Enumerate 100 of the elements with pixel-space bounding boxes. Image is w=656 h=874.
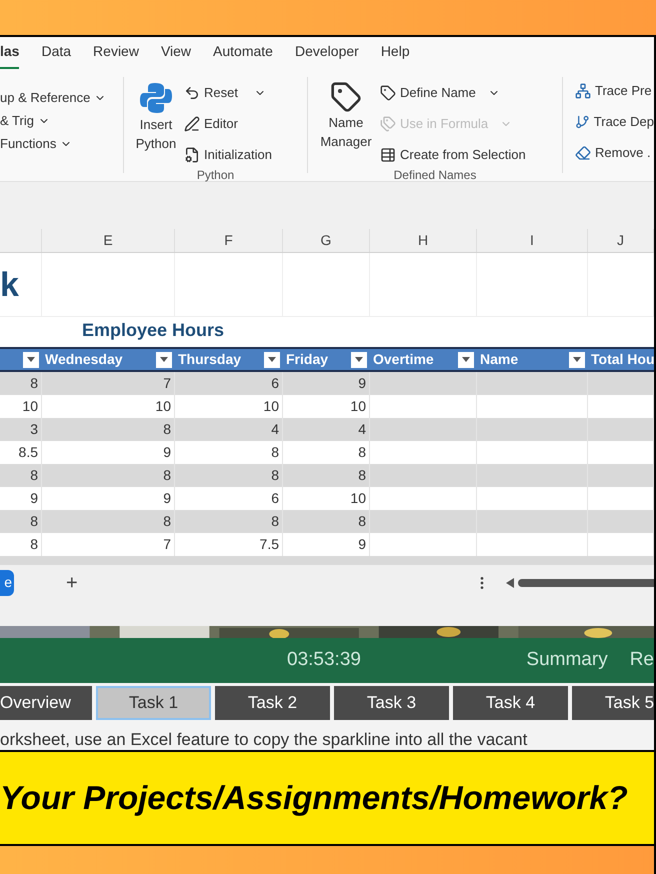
column-header[interactable]: J	[588, 229, 654, 252]
table-cell-text: 10	[263, 397, 279, 416]
table-cell-text: 4	[271, 420, 279, 439]
tag-icon	[330, 81, 362, 113]
caret-icon	[27, 357, 35, 362]
task-tab[interactable]: Overview	[0, 686, 92, 720]
python-logo-icon	[139, 81, 173, 115]
ribbon-button-icon	[380, 146, 396, 162]
ribbon-button[interactable]: Reset	[184, 81, 272, 104]
ribbon-tab[interactable]: Help	[380, 41, 410, 69]
filter-button[interactable]	[458, 352, 474, 368]
column-header[interactable]: H	[370, 229, 477, 252]
filter-button[interactable]	[23, 352, 39, 368]
name-manager-button[interactable]: Name Manager	[316, 77, 376, 166]
promo-banner-text: Your Projects/Assignments/Homework?	[0, 778, 628, 818]
table-cell-text: 8	[30, 466, 38, 485]
table-cell-text: 9	[358, 374, 366, 393]
horizontal-scrollbar[interactable]	[518, 578, 654, 586]
table-cell-text: 8	[30, 512, 38, 531]
table-cell-text: 10	[22, 397, 38, 416]
ribbon-tab[interactable]: Review	[93, 41, 139, 69]
table-cell-text: 8	[163, 512, 171, 531]
task-tab[interactable]: Task 2	[215, 686, 330, 720]
table-cell-text: 10	[155, 397, 171, 416]
table-cell-text: 9	[358, 535, 366, 554]
column-header[interactable]: I	[477, 229, 588, 252]
filter-button[interactable]	[351, 352, 367, 368]
table-cell-text: 8	[358, 512, 366, 531]
ribbon-button[interactable]: Initialization	[184, 143, 272, 166]
table-header: Friday	[283, 349, 370, 370]
table-cell-text: 8	[271, 512, 279, 531]
table-header: Name	[477, 349, 588, 370]
group-label: Python	[196, 167, 236, 184]
caret-icon	[355, 357, 363, 362]
table-cell-text: 8	[163, 466, 171, 485]
table-cell-text: 6	[271, 489, 279, 508]
table-cell-text: 7.5	[260, 535, 279, 554]
ribbon-dropdown[interactable]: & Trig	[0, 110, 111, 132]
ribbon-tab[interactable]: View	[160, 41, 192, 69]
table-cell-text: 8	[30, 374, 38, 393]
filter-button[interactable]	[156, 352, 172, 368]
table-cell-text: 8	[163, 420, 171, 439]
table-header: Total Hou	[590, 350, 654, 369]
ribbon-tab[interactable]: Automate	[213, 41, 273, 69]
ribbon-button-icon	[575, 114, 590, 130]
nav-link[interactable]: Re	[630, 646, 654, 675]
group-label: Defined Names	[392, 167, 478, 184]
task-tab[interactable]: Task 5	[572, 686, 654, 720]
table-cell-text: 8	[358, 466, 366, 485]
nav-link[interactable]: Summary	[526, 646, 608, 675]
ribbon-button[interactable]: Remove .	[575, 141, 654, 164]
table-cell-text: 8	[271, 443, 279, 462]
ribbon-button-icon	[575, 82, 591, 98]
ribbon-button[interactable]: Trace Dep	[575, 110, 654, 133]
add-sheet-button[interactable]: +	[66, 568, 78, 598]
insert-python-button[interactable]: Insert Python	[132, 77, 180, 166]
caret-icon	[160, 357, 168, 362]
ribbon-button-icon	[184, 146, 200, 162]
caret-icon	[462, 357, 470, 362]
sheet-title: k	[0, 268, 19, 302]
ribbon-button-icon	[575, 144, 591, 160]
table-cell-text: 8	[271, 466, 279, 485]
caret-icon	[268, 357, 276, 362]
ribbon-button[interactable]: Editor	[184, 112, 272, 135]
table-cell-text: 9	[163, 443, 171, 462]
task-tab[interactable]: Task 3	[334, 686, 449, 720]
ribbon-dropdown[interactable]: up & Reference	[0, 87, 111, 109]
table-header: Wednesday	[42, 349, 175, 370]
timer: 03:53:39	[287, 648, 361, 672]
task-tab[interactable]: Task 1	[96, 686, 211, 720]
scroll-left-icon[interactable]	[506, 578, 514, 588]
ribbon-button[interactable]: Define Name	[380, 81, 526, 104]
table-cell-text: 8	[30, 535, 38, 554]
table-cell-text: 9	[163, 489, 171, 508]
ribbon-button[interactable]: Create from Selection	[380, 143, 526, 166]
ribbon-button-icon	[184, 116, 200, 132]
ribbon-button-icon	[184, 84, 200, 100]
table-cell-text: 10	[350, 397, 366, 416]
table-cell-text: 7	[163, 374, 171, 393]
column-header[interactable]: E	[42, 229, 175, 252]
ribbon-dropdown[interactable]: Functions	[0, 133, 111, 155]
ribbon-tab[interactable]: Developer	[294, 41, 359, 69]
table-cell-text: 6	[271, 374, 279, 393]
filter-button[interactable]	[264, 352, 280, 368]
table-cell-text: 9	[30, 489, 38, 508]
ribbon-button-icon	[380, 84, 396, 100]
sheet-tab[interactable]: e	[0, 570, 14, 596]
ribbon-button[interactable]: Trace Pre	[575, 79, 654, 102]
table-cell-text: 8.5	[18, 443, 38, 462]
table-cell-text: 10	[350, 489, 366, 508]
task-tab[interactable]: Task 4	[453, 686, 568, 720]
ribbon-button-icon	[380, 116, 396, 132]
table-header: Overtime	[370, 349, 477, 370]
column-header[interactable]: G	[283, 229, 370, 252]
ribbon-tab[interactable]: Data	[41, 41, 72, 69]
column-header[interactable]: F	[175, 229, 283, 252]
table-cell-text: 3	[30, 420, 38, 439]
table-header: Thursday	[175, 349, 283, 370]
table-cell-text: 4	[358, 420, 366, 439]
filter-button[interactable]	[569, 352, 585, 368]
